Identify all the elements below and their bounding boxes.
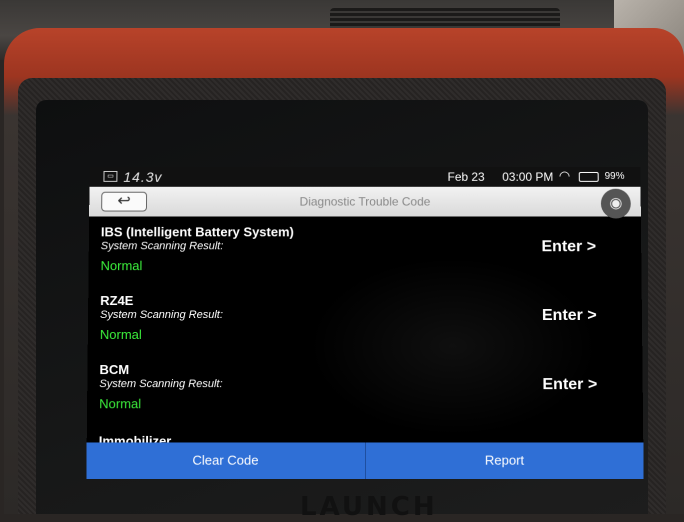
status-date: Feb 23 (448, 170, 485, 184)
system-scan-label: System Scanning Result: (99, 378, 222, 390)
screenshot-button[interactable]: ◉ (601, 189, 631, 219)
system-name: BCM (99, 362, 129, 377)
system-row-rz4e[interactable]: RZ4E System Scanning Result: Normal Ente… (88, 287, 643, 356)
battery-percent: 99% (605, 171, 625, 182)
system-status: Normal (99, 396, 141, 411)
system-list: IBS (Intelligent Battery System) System … (87, 218, 643, 425)
system-scan-label: System Scanning Result: (100, 309, 223, 321)
enter-button[interactable]: Enter > (542, 307, 597, 325)
title-bar: ↩ Diagnostic Trouble Code ◉ (89, 187, 641, 217)
system-scan-label: System Scanning Result: (101, 240, 224, 252)
system-row-bcm[interactable]: BCM System Scanning Result: Normal Enter… (87, 356, 643, 425)
action-bar: Clear Code Report (86, 442, 643, 478)
status-time: 03:00 PM (502, 170, 553, 184)
status-bar: ▭ 14.3v Feb 23 03:00 PM ◠ 99% (89, 167, 640, 187)
camera-icon: ◉ (609, 195, 622, 212)
system-status: Normal (100, 327, 142, 342)
page-title: Diagnostic Trouble Code (89, 195, 641, 209)
device-brand-logo: LAUNCH (300, 492, 438, 522)
enter-button[interactable]: Enter > (542, 376, 597, 394)
wifi-icon: ◠ (559, 168, 570, 184)
system-row-ibs[interactable]: IBS (Intelligent Battery System) System … (88, 218, 641, 287)
system-name: IBS (Intelligent Battery System) (101, 224, 294, 239)
enter-button[interactable]: Enter > (541, 238, 596, 256)
battery-icon (579, 172, 599, 182)
report-button[interactable]: Report (364, 442, 643, 478)
system-name: RZ4E (100, 293, 133, 308)
voltage-readout: 14.3v (123, 169, 162, 185)
clear-code-button[interactable]: Clear Code (86, 442, 364, 478)
battery-voltage-icon: ▭ (103, 171, 117, 182)
system-status: Normal (101, 258, 143, 273)
screen: ▭ 14.3v Feb 23 03:00 PM ◠ 99% ↩ Diagnost… (86, 167, 643, 479)
